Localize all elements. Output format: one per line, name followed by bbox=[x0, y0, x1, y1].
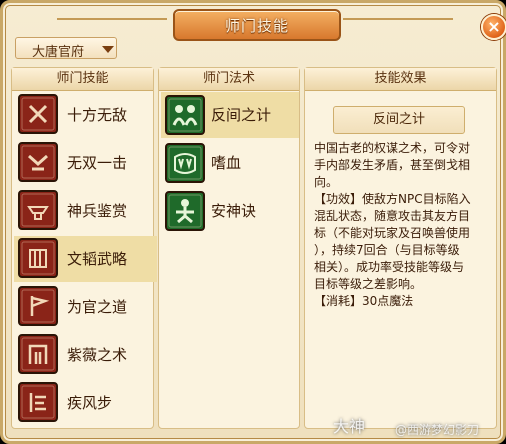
school-skill-item-label: 紫薇之术 bbox=[67, 346, 128, 364]
effect-description-line: 相关）。成功率受技能等级与 bbox=[314, 260, 465, 274]
close-button[interactable]: × bbox=[481, 14, 506, 40]
close-icon: × bbox=[487, 17, 501, 36]
skills-window: 师门技能 × 大唐官府 师门技能 十方无敌无双一击神兵鉴赏文韬武略为官之道紫薇之… bbox=[0, 0, 506, 444]
school-spell-item[interactable]: 嗜血 bbox=[161, 140, 299, 186]
school-skills-panel: 师门技能 十方无敌无双一击神兵鉴赏文韬武略为官之道紫薇之术疾风步 bbox=[11, 67, 157, 429]
title-ornament-right bbox=[343, 18, 453, 20]
school-skill-item-label: 十方无敌 bbox=[67, 106, 128, 124]
effect-description-line: 手内部发生矛盾，甚至倒戈相 bbox=[314, 158, 471, 172]
two-figures-icon bbox=[165, 95, 205, 135]
fangs-icon bbox=[165, 143, 205, 183]
school-skill-item-label: 无双一击 bbox=[67, 154, 128, 172]
effect-description-line: 标（不能对玩家及召唤兽使用 bbox=[314, 226, 471, 240]
effect-description-line: 【消耗】30点魔法 bbox=[314, 294, 414, 308]
crossed-blades-icon bbox=[18, 94, 58, 134]
school-spell-item-label: 反间之计 bbox=[211, 106, 272, 124]
anvil-icon bbox=[18, 190, 58, 230]
gate-icon bbox=[18, 334, 58, 374]
title-ornament-left bbox=[57, 18, 167, 20]
school-skill-item[interactable]: 为官之道 bbox=[14, 284, 157, 330]
school-skill-item-label: 文韬武略 bbox=[67, 250, 128, 268]
selected-spell-name: 反间之计 bbox=[333, 106, 465, 134]
effect-description-line: ），持续7回合（与目标等级 bbox=[314, 243, 460, 257]
skill-effect-header: 技能效果 bbox=[305, 68, 496, 91]
book-icon bbox=[18, 238, 58, 278]
school-dropdown-value: 大唐官府 bbox=[32, 45, 85, 60]
wind-step-icon bbox=[18, 382, 58, 422]
school-skill-item[interactable]: 十方无敌 bbox=[14, 92, 157, 138]
school-skill-item-label: 为官之道 bbox=[67, 298, 128, 316]
effect-description-line: 混乱状态，随意攻击其友方目 bbox=[314, 209, 471, 223]
meditating-figure-icon bbox=[165, 191, 205, 231]
chevron-down-icon bbox=[102, 46, 114, 53]
school-spell-item[interactable]: 安神诀 bbox=[161, 188, 299, 234]
school-skill-item[interactable]: 无双一击 bbox=[14, 140, 157, 186]
school-dropdown[interactable]: 大唐官府 bbox=[15, 37, 117, 60]
school-skill-item-label: 疾风步 bbox=[67, 394, 113, 412]
school-skill-item[interactable]: 神兵鉴赏 bbox=[14, 188, 157, 234]
effect-description-line: 【功效】使敌方NPC目标陷入 bbox=[314, 192, 471, 206]
school-spell-item-label: 安神诀 bbox=[211, 202, 257, 220]
effect-description-line: 中国古老的权谋之术，可令对 bbox=[314, 141, 471, 155]
demon-face-icon bbox=[18, 142, 58, 182]
skill-effect-description: 中国古老的权谋之术，可令对 手内部发生矛盾，甚至倒戈相 向。【功效】使敌方NPC目标… bbox=[314, 140, 494, 310]
skill-effect-panel: 技能效果 反间之计 中国古老的权谋之术，可令对 手内部发生矛盾，甚至倒戈相 向。【功… bbox=[304, 67, 497, 429]
effect-description-line: 目标等级之差影响。 bbox=[314, 277, 423, 291]
window-title: 师门技能 bbox=[224, 17, 289, 35]
school-spell-item[interactable]: 反间之计 bbox=[161, 92, 299, 138]
school-skills-header: 师门技能 bbox=[12, 68, 153, 91]
watermark-logo: 大神 bbox=[333, 417, 366, 436]
school-skill-item[interactable]: 文韬武略 bbox=[14, 236, 157, 282]
school-skill-item[interactable]: 疾风步 bbox=[14, 380, 157, 426]
title-bar: 师门技能 bbox=[173, 9, 341, 41]
school-spell-item-label: 嗜血 bbox=[211, 154, 242, 172]
school-skill-item-label: 神兵鉴赏 bbox=[67, 202, 128, 220]
school-skill-item[interactable]: 紫薇之术 bbox=[14, 332, 157, 378]
effect-description-line: 向。 bbox=[314, 175, 339, 189]
school-spells-panel: 师门法术 反间之计嗜血安神诀 bbox=[158, 67, 300, 429]
banner-icon bbox=[18, 286, 58, 326]
school-spells-header: 师门法术 bbox=[159, 68, 299, 91]
watermark-credit: @西游梦幻影刀 bbox=[395, 423, 480, 437]
